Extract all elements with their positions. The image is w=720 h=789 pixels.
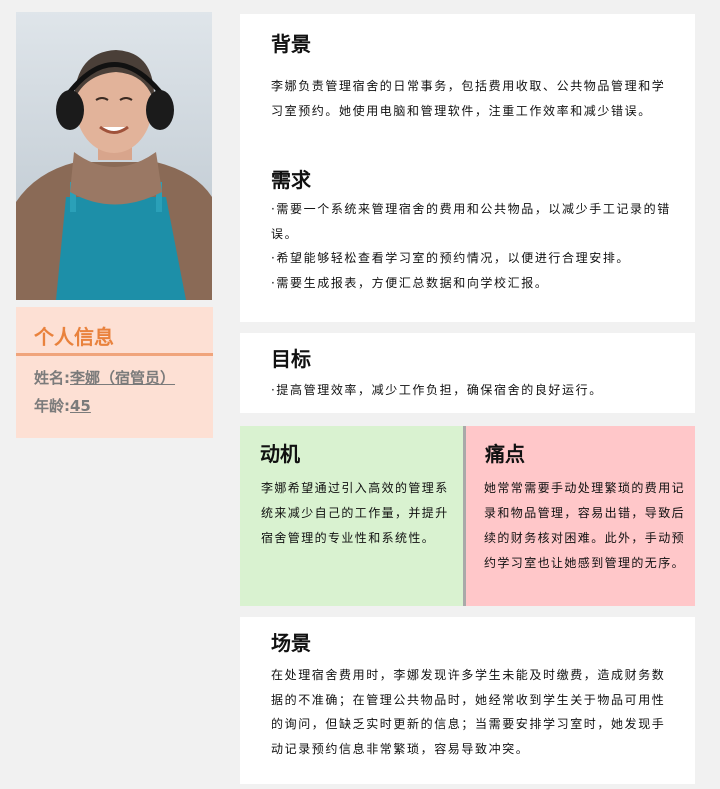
pain-points-card: 痛点 她常常需要手动处理繁琐的费用记录和物品管理，容易出错，导致后续的财务核对困… xyxy=(466,426,695,606)
needs-title: 需求 xyxy=(271,168,311,192)
needs-item: ·需要生成报表，方便汇总数据和向学校汇报。 xyxy=(271,275,549,290)
pain-points-text: 她常常需要手动处理繁琐的费用记录和物品管理，容易出错，导致后续的财务核对困难。此… xyxy=(484,481,686,570)
age-value: 45 xyxy=(70,397,91,415)
motivation-text: 李娜希望通过引入高效的管理系统来减少自己的工作量，并提升宿舍管理的专业性和系统性… xyxy=(261,481,449,545)
name-label: 姓名: xyxy=(34,369,70,387)
goals-item: ·提高管理效率，减少工作负担，确保宿舍的良好运行。 xyxy=(271,383,603,397)
divider xyxy=(16,353,213,356)
needs-item: ·需要一个系统来管理宿舍的费用和公共物品，以减少手工记录的错误。 xyxy=(271,202,671,241)
scenario-card: 场景 在处理宿舍费用时，李娜发现许多学生未能及时缴费，造成财务数据的不准确；在管… xyxy=(240,617,695,784)
scenario-text: 在处理宿舍费用时，李娜发现许多学生未能及时缴费，造成财务数据的不准确；在管理公共… xyxy=(271,668,666,756)
personal-info-panel: 个人信息 姓名:李娜（宿管员） 年龄:45 xyxy=(16,307,213,438)
motivation-card: 动机 李娜希望通过引入高效的管理系统来减少自己的工作量，并提升宿舍管理的专业性和… xyxy=(240,426,463,606)
needs-item: ·希望能够轻松查看学习室的预约情况，以便进行合理安排。 xyxy=(271,251,631,265)
goals-title: 目标 xyxy=(271,347,311,371)
age-row: 年龄:45 xyxy=(34,395,91,416)
scenario-title: 场景 xyxy=(271,631,311,655)
goals-card: 目标 ·提高管理效率，减少工作负担，确保宿舍的良好运行。 xyxy=(240,333,695,413)
background-needs-card: 背景 李娜负责管理宿舍的日常事务，包括费用收取、公共物品管理和学习室预约。她使用… xyxy=(240,14,695,322)
age-label: 年龄: xyxy=(34,397,70,415)
personal-info-title: 个人信息 xyxy=(34,325,114,349)
needs-list: ·需要一个系统来管理宿舍的费用和公共物品，以减少手工记录的错误。 ·希望能够轻松… xyxy=(271,197,671,295)
pain-points-title: 痛点 xyxy=(485,442,525,466)
name-value: 李娜（宿管员） xyxy=(70,369,176,387)
motivation-title: 动机 xyxy=(260,442,300,466)
persona-photo xyxy=(16,12,212,300)
background-title: 背景 xyxy=(271,32,311,56)
name-row: 姓名:李娜（宿管员） xyxy=(34,367,175,388)
background-text: 李娜负责管理宿舍的日常事务，包括费用收取、公共物品管理和学习室预约。她使用电脑和… xyxy=(271,79,666,118)
